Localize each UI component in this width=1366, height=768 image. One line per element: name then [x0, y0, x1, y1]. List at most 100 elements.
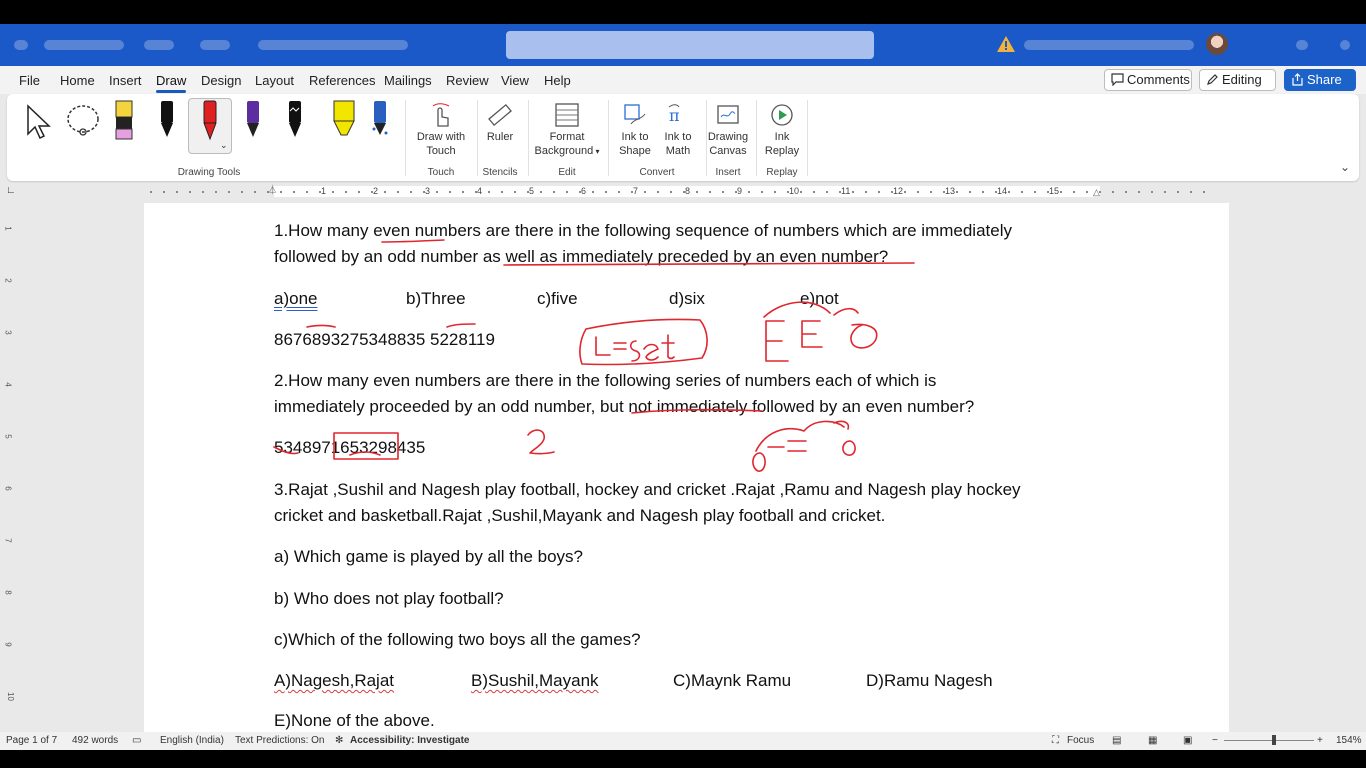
ruler-tick [410, 191, 412, 193]
ruler-number: 5 [529, 186, 535, 196]
ribbon-separator [756, 100, 757, 176]
vertical-ruler-number: 3 [3, 330, 13, 335]
pen-purple-icon[interactable] [243, 99, 263, 141]
zoom-level[interactable]: 154% [1336, 735, 1362, 746]
ruler-tick [514, 191, 516, 193]
warning-icon[interactable] [997, 36, 1015, 52]
pencil-black-icon[interactable] [285, 99, 305, 141]
comments-button[interactable]: Comments [1104, 69, 1192, 91]
document-page[interactable]: 1.How many even numbers are there in the… [144, 203, 1229, 733]
pen-options-chevron-icon[interactable]: ⌄ [220, 140, 228, 151]
drawing-canvas-button[interactable]: Drawing Canvas [707, 102, 749, 158]
avatar[interactable] [1206, 33, 1228, 55]
ribbon-separator [477, 100, 478, 176]
q2-sequence: 5348971653298435 [274, 438, 426, 457]
q2-line-1: 2.How many even numbers are there in the… [274, 371, 937, 390]
ruler-tick [683, 191, 685, 193]
tab-view[interactable]: View [501, 73, 529, 88]
search-box[interactable] [506, 31, 874, 59]
ink-to-math-button[interactable]: π Ink to Math [659, 102, 697, 158]
tab-file[interactable]: File [19, 73, 40, 88]
format-background-button[interactable]: Format Background ▾ [533, 102, 601, 159]
ruler-tick [553, 191, 555, 193]
tab-help[interactable]: Help [544, 73, 571, 88]
zoom-slider-thumb[interactable] [1272, 735, 1276, 745]
pen-galaxy-icon[interactable] [369, 99, 391, 141]
select-pointer-icon[interactable] [25, 104, 53, 140]
q3-line-2: cricket and basketball.Rajat ,Sushil,May… [274, 506, 886, 525]
tab-review[interactable]: Review [446, 73, 489, 88]
language-status[interactable]: English (India) [160, 735, 224, 746]
highlighter-yellow-icon[interactable] [329, 99, 359, 141]
accessibility-status[interactable]: Accessibility: Investigate [350, 735, 470, 746]
ribbon-separator [807, 100, 808, 176]
pen-red-icon[interactable] [200, 99, 220, 143]
editing-mode-button[interactable]: Editing ▾ [1199, 69, 1276, 101]
zoom-out-icon[interactable]: − [1212, 735, 1218, 746]
read-mode-icon[interactable]: ▤ [1112, 735, 1121, 746]
zoom-slider-track[interactable] [1224, 740, 1314, 741]
ruler-tick [1112, 191, 1114, 193]
group-label-insert: Insert [715, 167, 741, 178]
ink-replay-button[interactable]: Ink Replay [763, 102, 801, 158]
q3-option-c: C)Maynk Ramu [673, 671, 792, 690]
autosave-toggle[interactable] [44, 40, 124, 50]
close-icon[interactable] [1340, 40, 1350, 50]
draw-with-touch-button[interactable]: Draw with Touch [413, 102, 469, 158]
ruler-button[interactable]: Ruler [482, 102, 518, 144]
accessibility-icon: ✻ [335, 735, 344, 746]
ruler-number: 8 [685, 186, 691, 196]
tab-design[interactable]: Design [201, 73, 241, 88]
ruler-tick [891, 191, 893, 193]
ruler-tick [969, 191, 971, 193]
ribbon-separator [528, 100, 529, 176]
comments-label: Comments [1127, 72, 1190, 87]
word-count[interactable]: 492 words [72, 735, 118, 746]
ruler-number: 13 [945, 186, 956, 196]
drawing-canvas-label-1: Drawing [707, 131, 749, 143]
tab-mailings[interactable]: Mailings [384, 73, 432, 88]
pen-black-icon[interactable] [157, 99, 177, 141]
tab-insert[interactable]: Insert [109, 73, 142, 88]
save-icon[interactable] [144, 40, 174, 50]
ruler-tick [150, 191, 152, 193]
undo-icon[interactable] [200, 40, 230, 50]
ruler-number: 11 [841, 186, 851, 196]
ruler-tick [943, 191, 945, 193]
lasso-select-icon[interactable] [64, 102, 102, 140]
collapse-ribbon-chevron-icon[interactable]: ⌄ [1340, 160, 1350, 174]
tab-layout[interactable]: Layout [255, 73, 294, 88]
q1-option-a: a)one [274, 289, 318, 308]
ruler-number: 15 [1049, 186, 1060, 196]
ruler-tick [254, 191, 256, 193]
tab-references[interactable]: References [309, 73, 375, 88]
eraser-icon[interactable] [113, 99, 135, 141]
page-count[interactable]: Page 1 of 7 [6, 735, 57, 746]
ruler-number: 10 [789, 186, 800, 196]
account-name[interactable] [1024, 40, 1194, 50]
tab-stop-selector-icon[interactable]: ∟ [6, 185, 16, 196]
proofing-icon[interactable]: ▭ [132, 735, 141, 746]
web-layout-icon[interactable]: ▣ [1183, 735, 1192, 746]
ruler-tick [462, 191, 464, 193]
zoom-in-icon[interactable]: + [1317, 735, 1323, 746]
q3-option-d: D)Ramu Nagesh [866, 671, 993, 690]
focus-button[interactable]: Focus [1067, 735, 1094, 746]
ruler-tick [1125, 191, 1127, 193]
share-button[interactable]: Share [1284, 69, 1356, 91]
ruler-tick [1073, 191, 1075, 193]
tab-draw[interactable]: Draw [156, 73, 187, 93]
ruler-tick [1086, 191, 1088, 193]
text-predictions-status[interactable]: Text Predictions: On [235, 735, 324, 746]
ruler-tick [397, 191, 399, 193]
touch-hand-icon [432, 103, 450, 127]
ink-to-shape-button[interactable]: Ink to Shape [616, 102, 654, 158]
vertical-ruler-number: 5 [3, 434, 13, 439]
ruler-tick [1190, 191, 1192, 193]
tab-home[interactable]: Home [60, 73, 95, 88]
q2-line-2: immediately proceeded by an odd number, … [274, 397, 975, 416]
print-layout-icon[interactable]: ▦ [1148, 735, 1157, 746]
restore-icon[interactable] [1296, 40, 1308, 50]
group-label-replay: Replay [766, 167, 798, 178]
indent-marker-icon[interactable]: ⏃ [268, 183, 277, 196]
